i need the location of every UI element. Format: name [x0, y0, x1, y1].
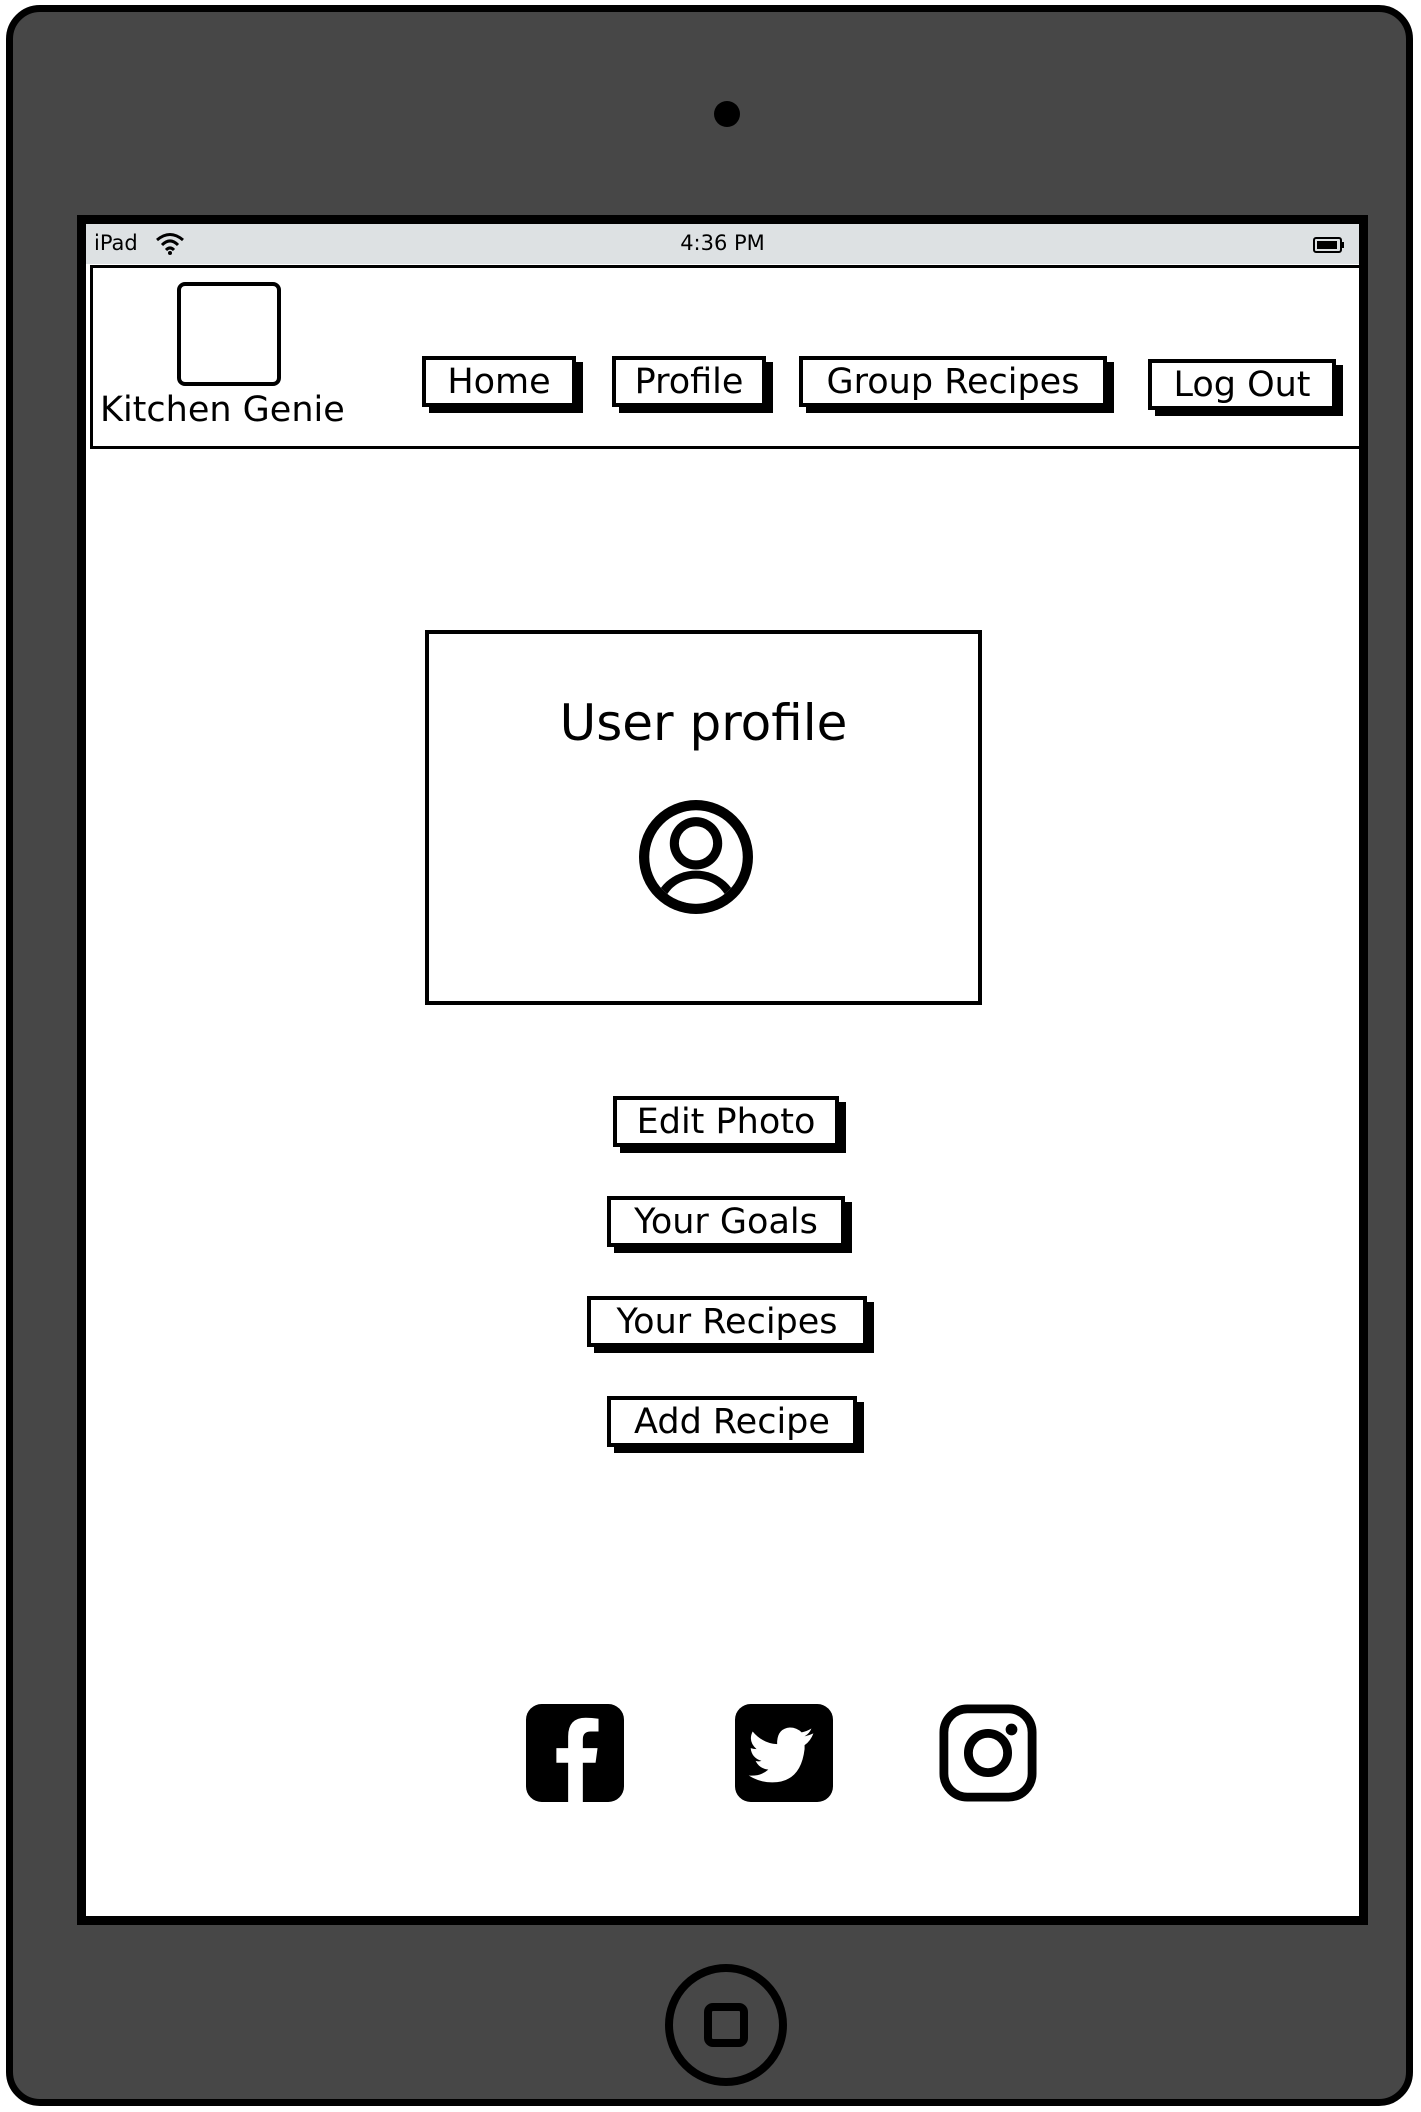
home-square-icon	[704, 2003, 748, 2047]
navbar: Kitchen Genie Home Profile Group Recipes…	[90, 265, 1359, 449]
logo-placeholder[interactable]	[177, 282, 281, 386]
front-camera	[714, 101, 740, 127]
nav-home-button[interactable]: Home	[422, 356, 576, 407]
brand-name: Kitchen Genie	[100, 390, 345, 430]
your-goals-button[interactable]: Your Goals	[607, 1196, 845, 1247]
profile-title: User profile	[559, 694, 848, 752]
status-time: 4:36 PM	[680, 231, 765, 255]
twitter-icon[interactable]	[735, 1704, 833, 1802]
nav-profile-button[interactable]: Profile	[612, 356, 766, 407]
nav-log-out-button[interactable]: Log Out	[1148, 359, 1336, 410]
facebook-icon[interactable]	[526, 1704, 624, 1802]
instagram-icon[interactable]	[939, 1704, 1037, 1802]
ipad-frame: iPad 4:36 PM Kitchen Genie Home Profile …	[6, 5, 1413, 2106]
status-bar: iPad 4:36 PM	[86, 224, 1359, 264]
battery-icon	[1313, 237, 1344, 253]
home-button[interactable]	[665, 1964, 787, 2086]
edit-photo-button[interactable]: Edit Photo	[613, 1096, 839, 1147]
user-avatar-icon	[639, 800, 753, 914]
your-recipes-button[interactable]: Your Recipes	[587, 1296, 867, 1347]
screen: iPad 4:36 PM Kitchen Genie Home Profile …	[77, 215, 1368, 1925]
profile-card: User profile	[425, 630, 982, 1005]
nav-group-recipes-button[interactable]: Group Recipes	[799, 356, 1107, 407]
add-recipe-button[interactable]: Add Recipe	[607, 1396, 857, 1447]
